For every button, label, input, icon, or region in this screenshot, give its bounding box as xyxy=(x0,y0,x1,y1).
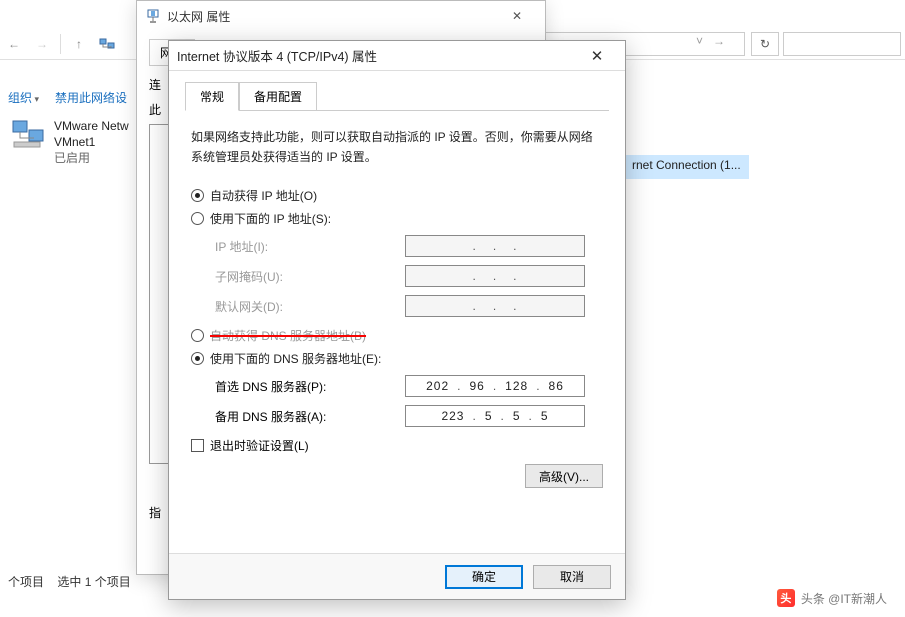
watermark: 头 头条 @IT新潮人 xyxy=(777,589,887,607)
description-text: 如果网络支持此功能，则可以获取自动指派的 IP 设置。否则，你需要从网络系统管理… xyxy=(191,127,603,167)
preferred-dns-input[interactable]: 202.96.128.86 xyxy=(405,375,585,397)
organize-menu[interactable]: 组织 xyxy=(8,89,39,106)
ip-label: IP 地址(I): xyxy=(215,238,405,255)
radio-manual-ip[interactable] xyxy=(191,212,204,225)
network-icon xyxy=(93,30,121,58)
subnet-mask-input: ... xyxy=(405,265,585,287)
dialog-title: 以太网 属性 xyxy=(167,8,497,25)
radio-auto-ip-label: 自动获得 IP 地址(O) xyxy=(210,187,317,204)
radio-auto-dns-label: 自动获得 DNS 服务器地址(B) xyxy=(210,327,366,344)
ethernet-icon xyxy=(145,8,161,24)
ipv4-properties-dialog: Internet 协议版本 4 (TCP/IPv4) 属性 ✕ 常规 备用配置 … xyxy=(168,40,626,600)
adapter-name: VMware Netw xyxy=(54,118,129,134)
back-button[interactable]: ← xyxy=(0,30,28,58)
forward-button[interactable]: → xyxy=(28,30,56,58)
radio-manual-dns[interactable] xyxy=(191,352,204,365)
ip-group: 自动获得 IP 地址(O) 使用下面的 IP 地址(S): IP 地址(I): … xyxy=(191,187,603,317)
disable-device-cmd[interactable]: 禁用此网络设 xyxy=(55,89,127,106)
tab-alternate[interactable]: 备用配置 xyxy=(239,82,317,111)
address-history[interactable]: ˅ → xyxy=(696,34,725,48)
close-button[interactable]: ✕ xyxy=(497,4,537,28)
status-bar: 个项目 选中 1 个项目 xyxy=(0,571,905,593)
adapter-status: 已启用 xyxy=(54,150,129,166)
mask-label: 子网掩码(U): xyxy=(215,268,405,285)
preferred-dns-label: 首选 DNS 服务器(P): xyxy=(215,378,405,395)
validate-label: 退出时验证设置(L) xyxy=(210,437,309,454)
network-adapter-item[interactable]: VMware Netw VMnet1 已启用 xyxy=(10,118,129,166)
up-button[interactable]: ↑ xyxy=(65,30,93,58)
refresh-button[interactable]: ↻ xyxy=(751,32,779,56)
advanced-button[interactable]: 高级(V)... xyxy=(525,464,603,488)
validate-checkbox[interactable] xyxy=(191,439,204,452)
network-adapter-selected[interactable]: rnet Connection (1... xyxy=(624,155,749,179)
radio-auto-dns[interactable] xyxy=(191,329,204,342)
search-input[interactable] xyxy=(783,32,901,56)
adapter-icon xyxy=(10,118,46,150)
alternate-dns-input[interactable]: 223.5.5.5 xyxy=(405,405,585,427)
radio-auto-ip[interactable] xyxy=(191,189,204,202)
adapter-subname: VMnet1 xyxy=(54,134,129,150)
dialog-title: Internet 协议版本 4 (TCP/IPv4) 属性 xyxy=(177,46,577,65)
radio-manual-dns-label: 使用下面的 DNS 服务器地址(E): xyxy=(210,350,381,367)
ip-address-input: ... xyxy=(405,235,585,257)
watermark-logo-icon: 头 xyxy=(777,589,795,607)
tab-general[interactable]: 常规 xyxy=(185,82,239,111)
gateway-input: ... xyxy=(405,295,585,317)
close-button[interactable]: ✕ xyxy=(577,44,617,68)
gateway-label: 默认网关(D): xyxy=(215,298,405,315)
nav-buttons: ← → ↑ xyxy=(0,30,121,58)
alternate-dns-label: 备用 DNS 服务器(A): xyxy=(215,408,405,425)
dns-group: 自动获得 DNS 服务器地址(B) 使用下面的 DNS 服务器地址(E): 首选… xyxy=(191,327,603,427)
radio-manual-ip-label: 使用下面的 IP 地址(S): xyxy=(210,210,331,227)
